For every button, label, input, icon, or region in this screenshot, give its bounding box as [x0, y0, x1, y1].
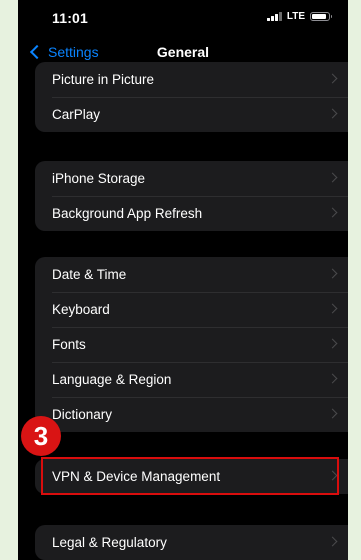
chevron-right-icon	[327, 303, 338, 314]
status-indicators: LTE	[267, 11, 332, 22]
status-bar: 11:01 LTE	[18, 0, 348, 36]
row-date-time[interactable]: Date & Time	[35, 257, 348, 292]
chevron-right-icon	[327, 268, 338, 279]
battery-icon	[310, 12, 332, 21]
phone-screen: 11:01 LTE Settings General Picture in Pi…	[18, 0, 348, 560]
cellular-signal-icon	[267, 12, 282, 21]
chevron-right-icon	[327, 373, 338, 384]
chevron-right-icon	[327, 408, 338, 419]
row-label: Dictionary	[52, 407, 113, 422]
settings-group-display: Picture in Picture CarPlay	[35, 62, 348, 132]
network-type-label: LTE	[286, 11, 305, 22]
row-fonts[interactable]: Fonts	[35, 327, 348, 362]
row-label: Language & Region	[52, 372, 172, 387]
chevron-right-icon	[327, 207, 338, 218]
row-label: Date & Time	[52, 267, 127, 282]
chevron-right-icon	[327, 338, 338, 349]
chevron-right-icon	[327, 73, 338, 84]
row-label: CarPlay	[52, 107, 101, 122]
row-label: Fonts	[52, 337, 86, 352]
settings-group-storage: iPhone Storage Background App Refresh	[35, 161, 348, 231]
row-label: Keyboard	[52, 302, 110, 317]
chevron-right-icon	[327, 108, 338, 119]
row-picture-in-picture[interactable]: Picture in Picture	[35, 62, 348, 97]
row-keyboard[interactable]: Keyboard	[35, 292, 348, 327]
chevron-right-icon	[327, 172, 338, 183]
chevron-right-icon	[327, 536, 338, 547]
row-legal-regulatory[interactable]: Legal & Regulatory	[35, 525, 348, 560]
row-background-app-refresh[interactable]: Background App Refresh	[35, 196, 348, 231]
row-label: iPhone Storage	[52, 171, 146, 186]
step-number-badge: 3	[21, 416, 61, 456]
row-dictionary[interactable]: Dictionary	[35, 397, 348, 432]
settings-group-legal: Legal & Regulatory	[35, 525, 348, 560]
row-label: Background App Refresh	[52, 206, 203, 221]
row-carplay[interactable]: CarPlay	[35, 97, 348, 132]
row-iphone-storage[interactable]: iPhone Storage	[35, 161, 348, 196]
row-label: Legal & Regulatory	[52, 535, 167, 550]
settings-group-locale: Date & Time Keyboard Fonts Language & Re…	[35, 257, 348, 432]
row-language-region[interactable]: Language & Region	[35, 362, 348, 397]
page-title: General	[156, 44, 210, 60]
row-label: Picture in Picture	[52, 72, 155, 87]
settings-group-vpn: VPN & Device Management	[35, 459, 348, 494]
status-time: 11:01	[52, 10, 89, 26]
chevron-right-icon	[327, 470, 338, 481]
row-vpn-device-management[interactable]: VPN & Device Management	[35, 459, 348, 494]
row-label: VPN & Device Management	[52, 469, 221, 484]
